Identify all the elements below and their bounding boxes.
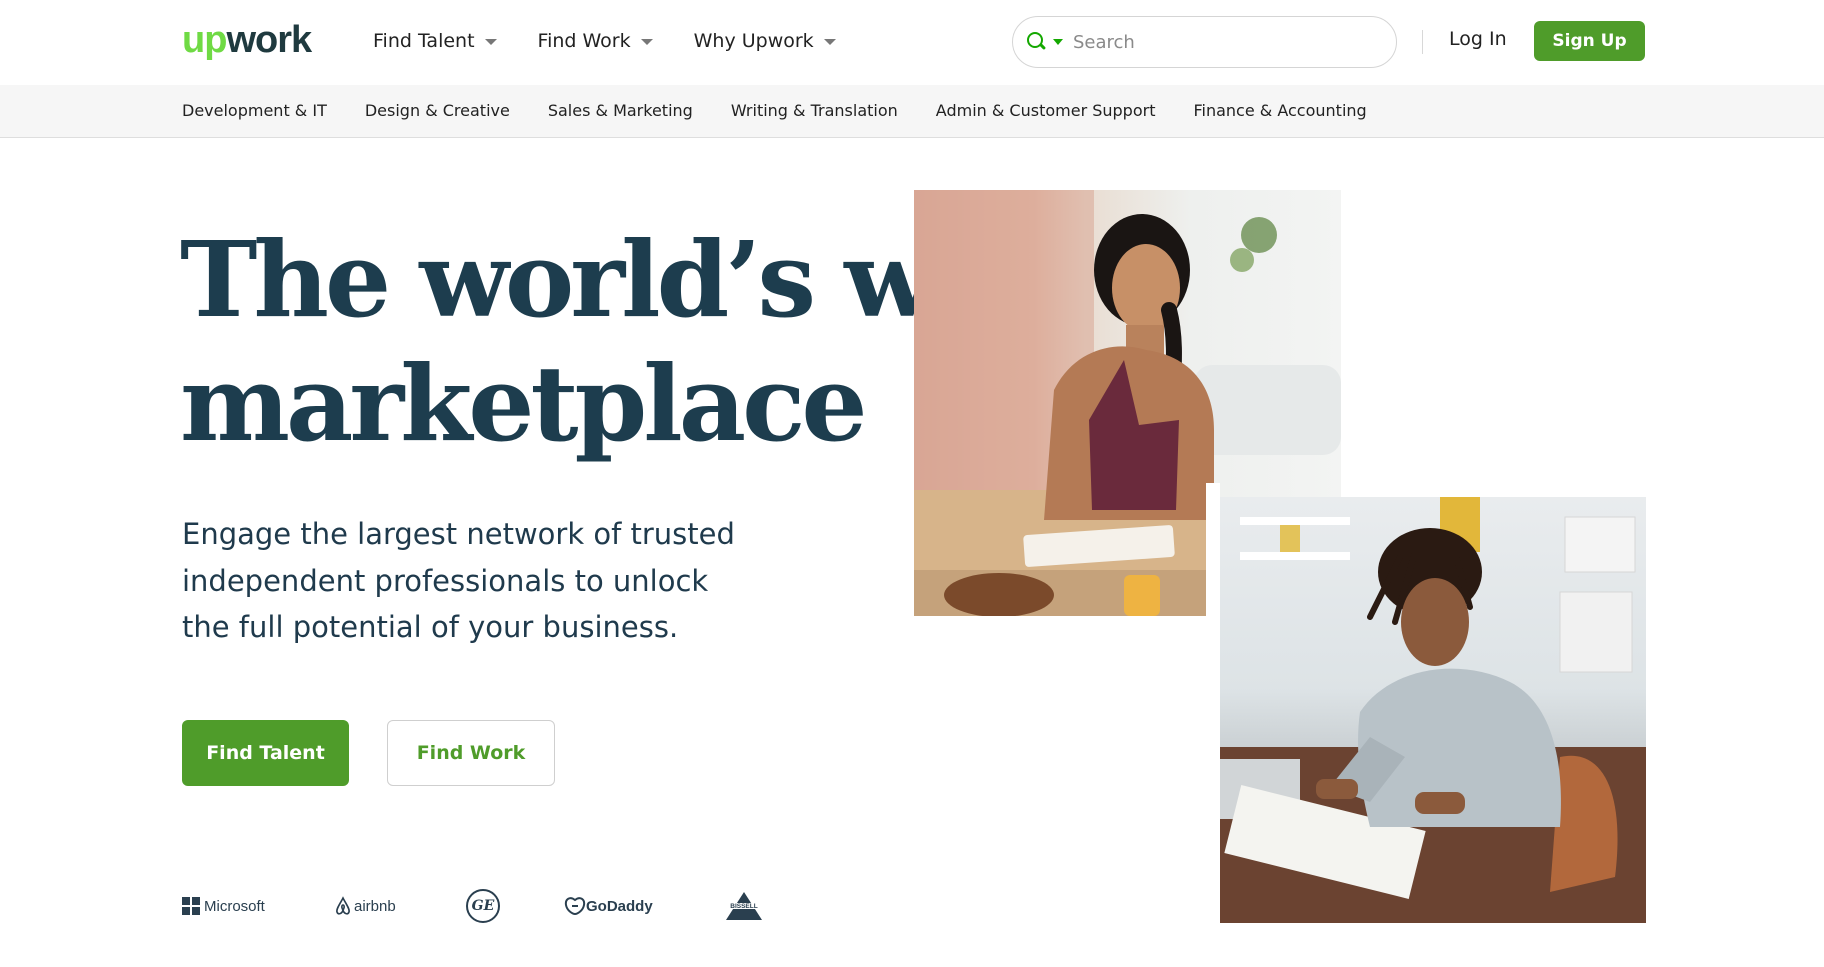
hero-photo-freelancer-man	[1219, 497, 1646, 923]
search-input[interactable]	[1073, 31, 1373, 53]
airbnb-belo-icon	[336, 896, 350, 915]
find-talent-button[interactable]: Find Talent	[182, 720, 349, 786]
svg-text:BISSELL: BISSELL	[730, 903, 757, 910]
bissell-triangle-icon: BISSELL	[722, 892, 766, 920]
top-header: upwork Find Talent Find Work Why Upwork …	[0, 0, 1824, 85]
trusted-logos: Microsoft airbnb GE GoDaddy BISSELL	[182, 888, 782, 924]
ge-logo: GE	[466, 888, 500, 924]
category-design-creative[interactable]: Design & Creative	[365, 101, 510, 120]
search-icon[interactable]	[1027, 32, 1047, 52]
login-link[interactable]: Log In	[1449, 28, 1507, 50]
ge-monogram: GE	[466, 889, 500, 923]
godaddy-logo: GoDaddy	[564, 888, 653, 924]
main-nav: Find Talent Find Work Why Upwork	[373, 26, 836, 56]
category-admin-support[interactable]: Admin & Customer Support	[936, 101, 1156, 120]
nav-why-upwork[interactable]: Why Upwork	[694, 26, 836, 56]
hero-headline: The world’s work marketplace	[180, 218, 1118, 465]
godaddy-icon	[564, 897, 586, 916]
airbnb-logo: airbnb	[334, 888, 396, 924]
upwork-logo[interactable]: upwork	[182, 18, 312, 62]
header-divider	[1422, 30, 1423, 54]
windows-grid-icon	[182, 897, 200, 915]
signup-button[interactable]: Sign Up	[1534, 21, 1645, 61]
chevron-down-icon	[823, 39, 836, 45]
microsoft-logo: Microsoft	[182, 888, 265, 924]
category-sales-marketing[interactable]: Sales & Marketing	[548, 101, 693, 120]
search-type-dropdown-icon[interactable]	[1053, 39, 1063, 45]
hero-subcopy: Engage the largest network of trusted in…	[182, 517, 735, 644]
category-development-it[interactable]: Development & IT	[182, 101, 327, 120]
bissell-logo: BISSELL	[720, 888, 768, 924]
find-work-button[interactable]: Find Work	[387, 720, 555, 786]
chevron-down-icon	[484, 39, 497, 45]
nav-find-talent[interactable]: Find Talent	[373, 26, 497, 56]
search-box	[1012, 16, 1397, 68]
photo-gap	[1206, 483, 1220, 617]
category-nav: Development & IT Design & Creative Sales…	[0, 85, 1824, 138]
nav-find-work[interactable]: Find Work	[538, 26, 653, 56]
category-finance-accounting[interactable]: Finance & Accounting	[1193, 101, 1366, 120]
chevron-down-icon	[640, 39, 653, 45]
category-writing-translation[interactable]: Writing & Translation	[731, 101, 898, 120]
